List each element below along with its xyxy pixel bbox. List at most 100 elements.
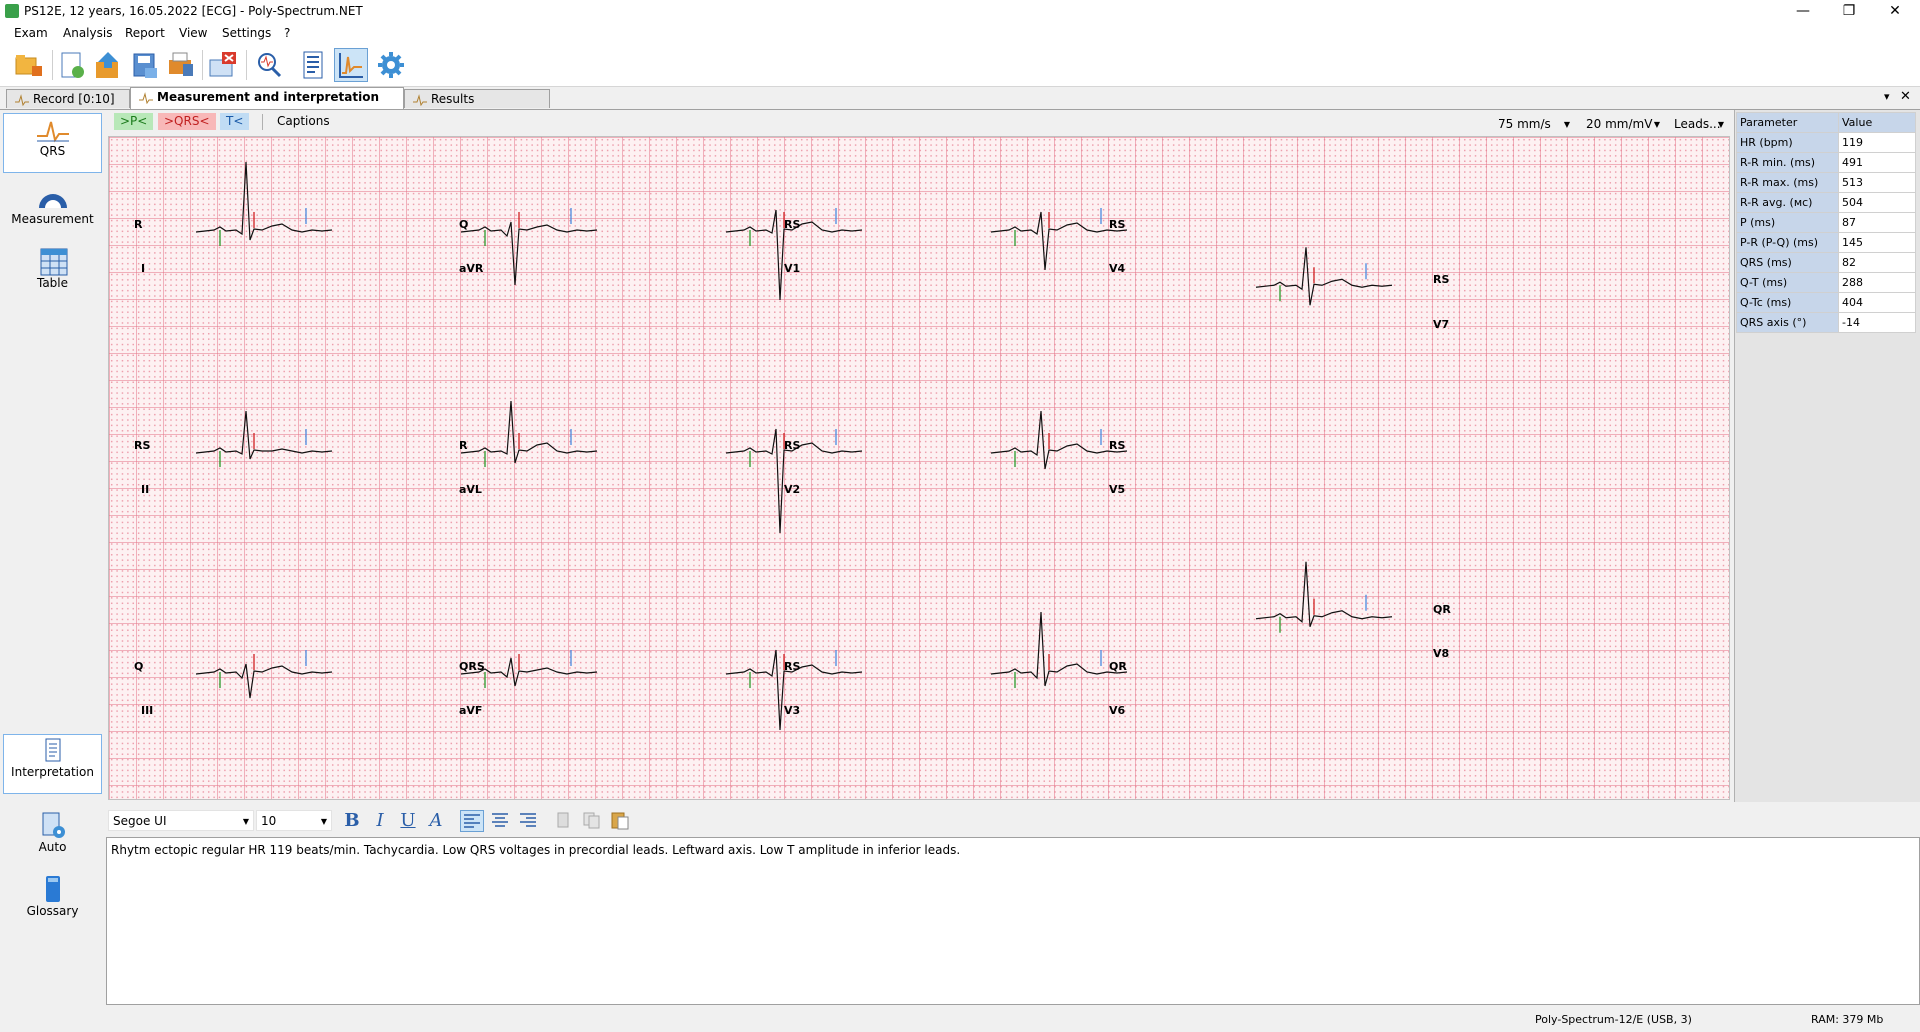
ecg-grid[interactable]: R I Q aVR RS V1 RS V4 RS V7 RS II R aVL … [108,136,1730,800]
menu-help[interactable]: ? [284,26,290,40]
font-color-button[interactable]: A [424,810,448,832]
lead-morph-label: RS [1109,218,1126,231]
param-value[interactable]: 87 [1838,212,1916,233]
t-marker-toggle[interactable]: T< [220,113,250,130]
font-size-select[interactable]: 10 ▼ [256,810,332,831]
column-header-value[interactable]: Value [1838,112,1916,133]
param-value[interactable]: 404 [1838,292,1916,313]
open-exam-icon[interactable] [12,48,46,82]
sidebar-label: Glossary [26,904,79,918]
sidebar-table[interactable]: Table [3,246,102,302]
protractor-icon [38,194,67,208]
param-value[interactable]: 491 [1838,152,1916,173]
italic-button[interactable]: I [368,810,392,832]
sidebar-label: QRS [39,144,66,158]
speed-select[interactable]: 75 mm/s ▼ [1494,114,1574,135]
sidebar-label: Table [36,276,69,290]
param-name: QRS (ms) [1736,252,1839,273]
align-right-icon[interactable] [516,810,540,832]
param-value[interactable]: 82 [1838,252,1916,273]
lead-name-label: V6 [1109,704,1126,717]
captions-toggle[interactable]: Captions [271,113,336,130]
interpretation-text-editor[interactable]: Rhytm ectopic regular HR 119 beats/min. … [106,837,1920,1005]
sidebar-measurement[interactable]: Measurement [3,182,102,238]
tab-measurement[interactable]: Measurement and interpretation [ECG 0:03… [130,87,404,123]
tab-record[interactable]: Record [0:10] [6,89,130,108]
table-row: Q-T (ms) 288 [1736,272,1916,293]
tab-results-comparison[interactable]: Results comparision [404,89,550,125]
close-exam-icon[interactable] [206,48,240,82]
qrs-marker-toggle[interactable]: >QRS< [158,113,216,130]
tab-close-icon[interactable]: ✕ [1900,89,1911,104]
param-value[interactable]: 145 [1838,232,1916,253]
tab-list-dropdown-icon[interactable]: ▾ [1884,90,1890,103]
close-button[interactable]: ✕ [1872,0,1918,22]
sidebar-interpretation[interactable]: Interpretation [3,734,102,794]
menu-exam[interactable]: Exam [14,26,48,40]
ecg-trace [460,221,598,286]
ecg-tab-icon [413,94,427,106]
leads-select[interactable]: Leads... ▼ [1670,114,1728,135]
export-icon[interactable] [91,48,125,82]
copy-icon[interactable] [580,810,604,832]
device-status: Poly-Spectrum-12/E (USB, 3) [1535,1013,1692,1026]
font-size-value: 10 [261,814,277,828]
ecg-trace [990,211,1128,271]
chevron-down-icon: ▼ [320,817,327,826]
ecg-trace [195,161,333,241]
sidebar-qrs[interactable]: QRS [3,113,102,173]
sidebar-auto[interactable]: Auto [3,810,102,866]
param-name: R-R max. (ms) [1736,172,1839,193]
lead-name-label: V5 [1109,483,1126,496]
param-value[interactable]: 119 [1838,132,1916,153]
lead-name-label: II [141,483,150,496]
lead-name-label: V7 [1433,318,1450,331]
ecg-traces [195,161,1393,731]
save-icon[interactable] [127,48,161,82]
sidebar-label: Measurement [11,212,94,226]
param-value[interactable]: 504 [1838,192,1916,213]
menu-analysis[interactable]: Analysis [63,26,112,40]
lead-morph-label: R [134,218,143,231]
param-name: HR (bpm) [1736,132,1839,153]
download-icon[interactable] [56,48,90,82]
chevron-down-icon: ▼ [1563,120,1570,129]
lead-name-label: aVR [459,262,484,275]
align-center-icon[interactable] [488,810,512,832]
sidebar-glossary[interactable]: Glossary [3,874,102,930]
report-icon[interactable] [296,48,330,82]
param-value[interactable]: 513 [1838,172,1916,193]
gain-select[interactable]: 20 mm/mV ▼ [1582,114,1664,135]
cut-icon[interactable] [552,810,576,832]
table-row: Q-Tc (ms) 404 [1736,292,1916,313]
underline-button[interactable]: U [396,810,420,832]
menu-settings[interactable]: Settings [222,26,271,40]
chevron-down-icon: ▼ [242,817,249,826]
table-row: R-R min. (ms) 491 [1736,152,1916,173]
column-header-parameter[interactable]: Parameter [1736,112,1839,133]
param-value[interactable]: -14 [1838,312,1916,333]
tab-bar: Record [0:10] Measurement and interpreta… [0,87,1920,125]
sidebar-label: Interpretation [11,765,94,779]
ecg-trace [195,663,333,699]
menu-view[interactable]: View [179,26,207,40]
title-bar: PS12E, 12 years, 16.05.2022 [ECG] - Poly… [0,0,1920,22]
search-analysis-icon[interactable] [252,48,286,82]
align-left-icon[interactable] [460,810,484,832]
font-family-select[interactable]: Segoe UI ▼ [108,810,254,831]
param-value[interactable]: 288 [1838,272,1916,293]
p-marker-toggle[interactable]: >P< [114,113,154,130]
paste-icon[interactable] [608,810,632,832]
bold-button[interactable]: B [340,810,364,832]
settings-gear-icon[interactable] [374,48,408,82]
print-icon[interactable] [163,48,197,82]
ecg-view-icon[interactable] [334,48,368,82]
ram-status: RAM: 379 Mb [1811,1013,1884,1026]
window-title: PS12E, 12 years, 16.05.2022 [ECG] - Poly… [24,4,363,18]
lead-morph-label: RS [134,439,151,452]
lead-morph-label: Q [459,218,469,231]
qrs-wave-icon [36,121,69,143]
menu-report[interactable]: Report [125,26,165,40]
minimize-button[interactable]: — [1780,0,1826,22]
maximize-button[interactable]: ❐ [1826,0,1872,22]
